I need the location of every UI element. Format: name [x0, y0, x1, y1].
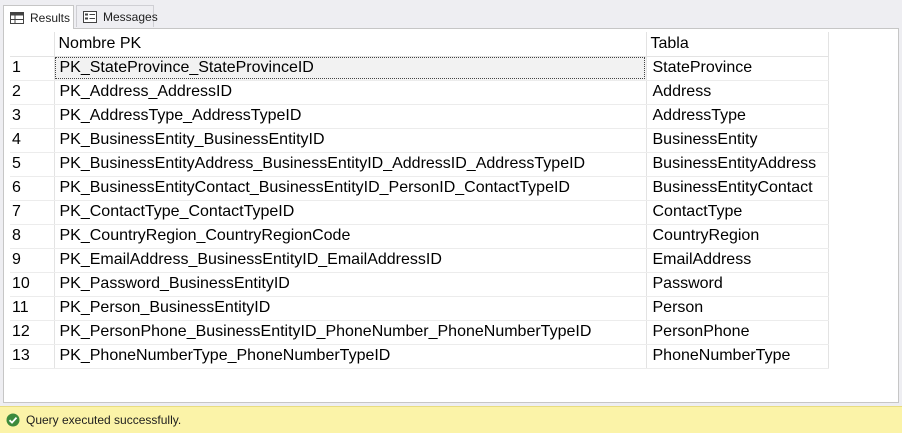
table-row[interactable]: 5 PK_BusinessEntityAddress_BusinessEntity…	[10, 152, 829, 177]
grid-icon	[10, 11, 24, 24]
status-bar: Query executed successfully.	[0, 406, 902, 433]
row-number[interactable]: 13	[10, 344, 55, 369]
row-number[interactable]: 4	[10, 128, 55, 153]
table-row[interactable]: 2 PK_Address_AddressID Address	[10, 80, 829, 105]
table-row[interactable]: 8 PK_CountryRegion_CountryRegionCode Count…	[10, 224, 829, 249]
cell-nombre-pk[interactable]: PK_EmailAddress_BusinessEntityID_EmailAd…	[54, 248, 647, 273]
table-row[interactable]: 10 PK_Password_BusinessEntityID Password	[10, 272, 829, 297]
cell-tabla[interactable]: BusinessEntity	[646, 128, 829, 153]
cell-nombre-pk[interactable]: PK_Person_BusinessEntityID	[54, 296, 647, 321]
table-body: 1 PK_StateProvince_StateProvinceID StatePr…	[10, 56, 829, 369]
cell-tabla[interactable]: PhoneNumberType	[646, 344, 829, 369]
row-number[interactable]: 3	[10, 104, 55, 129]
column-header-tabla[interactable]: Tabla	[646, 32, 829, 57]
cell-tabla[interactable]: CountryRegion	[646, 224, 829, 249]
tab-results-label: Results	[30, 10, 71, 25]
cell-tabla[interactable]: EmailAddress	[646, 248, 829, 273]
results-tabstrip: Results Messages	[0, 0, 902, 29]
cell-tabla[interactable]: ContactType	[646, 200, 829, 225]
cell-nombre-pk[interactable]: PK_ContactType_ContactTypeID	[54, 200, 647, 225]
table-row[interactable]: 7 PK_ContactType_ContactTypeID ContactType	[10, 200, 829, 225]
cell-tabla[interactable]: Password	[646, 272, 829, 297]
cell-nombre-pk[interactable]: PK_PhoneNumberType_PhoneNumberTypeID	[54, 344, 647, 369]
results-table: Nombre PK Tabla 1 PK_StateProvince_StateP…	[10, 32, 829, 369]
messages-icon	[83, 10, 97, 23]
table-row[interactable]: 9 PK_EmailAddress_BusinessEntityID_EmailA…	[10, 248, 829, 273]
row-number[interactable]: 2	[10, 80, 55, 105]
cell-nombre-pk[interactable]: PK_BusinessEntityContact_BusinessEntityI…	[54, 176, 647, 201]
row-header-corner[interactable]	[10, 32, 55, 57]
header-row: Nombre PK Tabla	[10, 32, 829, 57]
row-number[interactable]: 6	[10, 176, 55, 201]
cell-tabla[interactable]: Person	[646, 296, 829, 321]
row-number[interactable]: 5	[10, 152, 55, 177]
cell-tabla[interactable]: StateProvince	[646, 56, 829, 81]
cell-tabla[interactable]: BusinessEntityContact	[646, 176, 829, 201]
table-row[interactable]: 13 PK_PhoneNumberType_PhoneNumberTypeID Ph…	[10, 344, 829, 369]
row-number[interactable]: 8	[10, 224, 55, 249]
tab-results[interactable]: Results	[3, 5, 74, 29]
tab-messages-label: Messages	[103, 9, 158, 24]
column-header-nombre-pk[interactable]: Nombre PK	[54, 32, 647, 57]
row-number[interactable]: 11	[10, 296, 55, 321]
cell-nombre-pk[interactable]: PK_Address_AddressID	[54, 80, 647, 105]
table-row[interactable]: 11 PK_Person_BusinessEntityID Person	[10, 296, 829, 321]
check-circle-icon	[6, 413, 20, 427]
row-number[interactable]: 9	[10, 248, 55, 273]
cell-tabla[interactable]: Address	[646, 80, 829, 105]
table-row[interactable]: 1 PK_StateProvince_StateProvinceID StatePr…	[10, 56, 829, 81]
results-pane: Results Messages Nombre PK Tabla 1PK_St	[0, 0, 902, 433]
table-row[interactable]: 4 PK_BusinessEntity_BusinessEntityID Busin…	[10, 128, 829, 153]
cell-nombre-pk[interactable]: PK_BusinessEntity_BusinessEntityID	[54, 128, 647, 153]
table-row[interactable]: 6 PK_BusinessEntityContact_BusinessEntity…	[10, 176, 829, 201]
tab-messages[interactable]: Messages	[76, 5, 158, 27]
cell-tabla[interactable]: PersonPhone	[646, 320, 829, 345]
status-message: Query executed successfully.	[26, 413, 182, 427]
results-grid[interactable]: Nombre PK Tabla 1 PK_StateProvince_StateP…	[3, 28, 899, 403]
table-row[interactable]: 3 PK_AddressType_AddressTypeID AddressType	[10, 104, 829, 129]
cell-nombre-pk[interactable]: PK_Password_BusinessEntityID	[54, 272, 647, 297]
table-row[interactable]: 12 PK_PersonPhone_BusinessEntityID_PhoneN…	[10, 320, 829, 345]
cell-tabla[interactable]: BusinessEntityAddress	[646, 152, 829, 177]
row-number[interactable]: 1	[10, 56, 55, 81]
cell-nombre-pk[interactable]: PK_PersonPhone_BusinessEntityID_PhoneNum…	[54, 320, 647, 345]
row-number[interactable]: 12	[10, 320, 55, 345]
cell-nombre-pk[interactable]: PK_CountryRegion_CountryRegionCode	[54, 224, 647, 249]
cell-nombre-pk[interactable]: PK_BusinessEntityAddress_BusinessEntityI…	[54, 152, 647, 177]
row-number[interactable]: 10	[10, 272, 55, 297]
row-number[interactable]: 7	[10, 200, 55, 225]
cell-nombre-pk[interactable]: PK_StateProvince_StateProvinceID	[54, 56, 647, 81]
cell-nombre-pk[interactable]: PK_AddressType_AddressTypeID	[54, 104, 647, 129]
cell-tabla[interactable]: AddressType	[646, 104, 829, 129]
